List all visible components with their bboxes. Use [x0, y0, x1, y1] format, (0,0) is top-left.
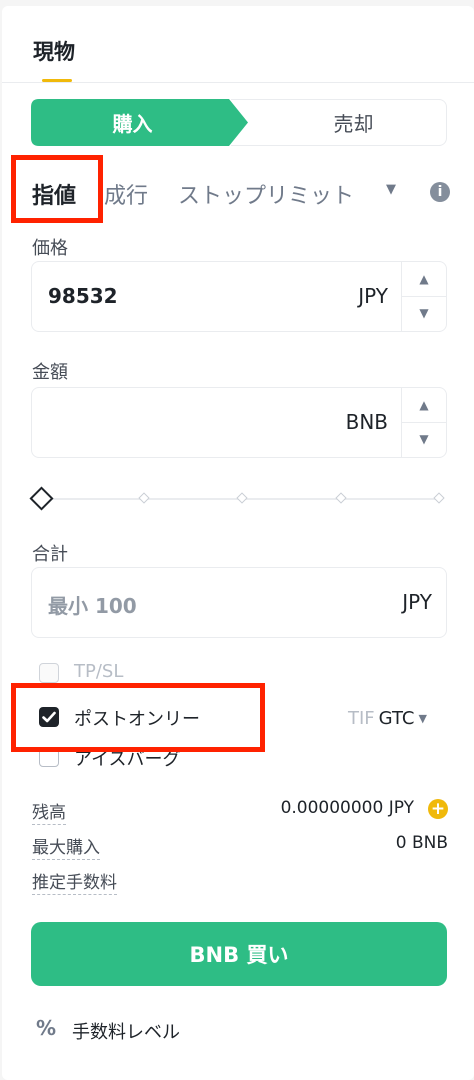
- amount-slider[interactable]: [29, 486, 449, 512]
- slider-mark-50[interactable]: [236, 492, 248, 504]
- amount-input[interactable]: BNB ▲ ▼: [31, 387, 447, 458]
- sell-tab-button[interactable]: 売却: [231, 99, 447, 146]
- est-fee-row: 推定手数料: [32, 868, 448, 895]
- tpsl-checkbox[interactable]: [39, 663, 59, 683]
- fee-level-link[interactable]: % 手数料レベル: [36, 1016, 336, 1044]
- percent-icon: %: [36, 1016, 57, 1040]
- max-buy-row: 最大購入 0 BNB: [32, 833, 448, 860]
- sell-tab-label: 売却: [333, 112, 374, 136]
- slider-mark-25[interactable]: [138, 492, 150, 504]
- add-funds-icon[interactable]: +: [428, 799, 448, 819]
- amount-stepper: ▲ ▼: [401, 388, 446, 457]
- tif-value: GTC: [378, 708, 415, 729]
- fee-level-label: 手数料レベル: [72, 1022, 180, 1043]
- tif-selector[interactable]: TIF GTC ▼: [348, 708, 427, 729]
- chevron-down-icon: ▼: [418, 712, 427, 725]
- info-icon[interactable]: i: [430, 182, 450, 202]
- price-label: 価格: [32, 238, 68, 259]
- total-label: 合計: [32, 544, 68, 565]
- balance-row: 残高 0.00000000 JPY +: [32, 798, 448, 825]
- decrement-icon[interactable]: ▼: [402, 296, 446, 330]
- buy-sell-toggle: 売却 購入: [31, 99, 447, 146]
- est-fee-label[interactable]: 推定手数料: [32, 868, 117, 895]
- order-type-market[interactable]: 成行: [104, 178, 148, 210]
- balance-label[interactable]: 残高: [32, 798, 66, 825]
- slider-thumb[interactable]: [29, 486, 54, 511]
- price-unit: JPY: [358, 284, 388, 308]
- post-only-highlight-box: [11, 683, 265, 752]
- slider-mark-75[interactable]: [335, 492, 347, 504]
- decrement-icon[interactable]: ▼: [402, 422, 446, 456]
- buy-tab-label: 購入: [112, 112, 153, 136]
- max-buy-label[interactable]: 最大購入: [32, 833, 100, 860]
- price-value[interactable]: 98532: [48, 284, 118, 308]
- buy-bnb-button[interactable]: BNB 買い: [31, 922, 447, 986]
- order-type-stop-limit[interactable]: ストップリミット: [178, 178, 354, 210]
- tab-active-indicator: [42, 79, 72, 82]
- limit-highlight-box: [11, 155, 103, 223]
- tab-spot[interactable]: 現物: [33, 36, 75, 66]
- buy-tab-button[interactable]: 購入: [31, 99, 248, 146]
- total-placeholder[interactable]: 最小 100: [48, 590, 137, 619]
- slider-mark-100[interactable]: [433, 492, 445, 504]
- total-unit: JPY: [402, 590, 432, 614]
- increment-icon[interactable]: ▲: [402, 262, 446, 297]
- total-input[interactable]: 最小 100 JPY: [31, 567, 447, 638]
- amount-label: 金額: [32, 362, 68, 383]
- chevron-down-icon[interactable]: ▼: [386, 182, 396, 197]
- amount-unit: BNB: [345, 410, 388, 434]
- increment-icon[interactable]: ▲: [402, 388, 446, 423]
- price-input[interactable]: 98532 JPY ▲ ▼: [31, 261, 447, 332]
- price-stepper: ▲ ▼: [401, 262, 446, 331]
- tif-label: TIF: [348, 708, 375, 729]
- tpsl-label: TP/SL: [74, 661, 124, 682]
- balance-value: 0.00000000 JPY: [280, 798, 414, 818]
- tab-bar: 現物: [2, 6, 474, 83]
- spot-order-panel: 現物 売却 購入 指値 成行 ストップリミット ▼ i 価格 98532 JPY…: [2, 6, 474, 1080]
- max-buy-value: 0 BNB: [395, 833, 448, 853]
